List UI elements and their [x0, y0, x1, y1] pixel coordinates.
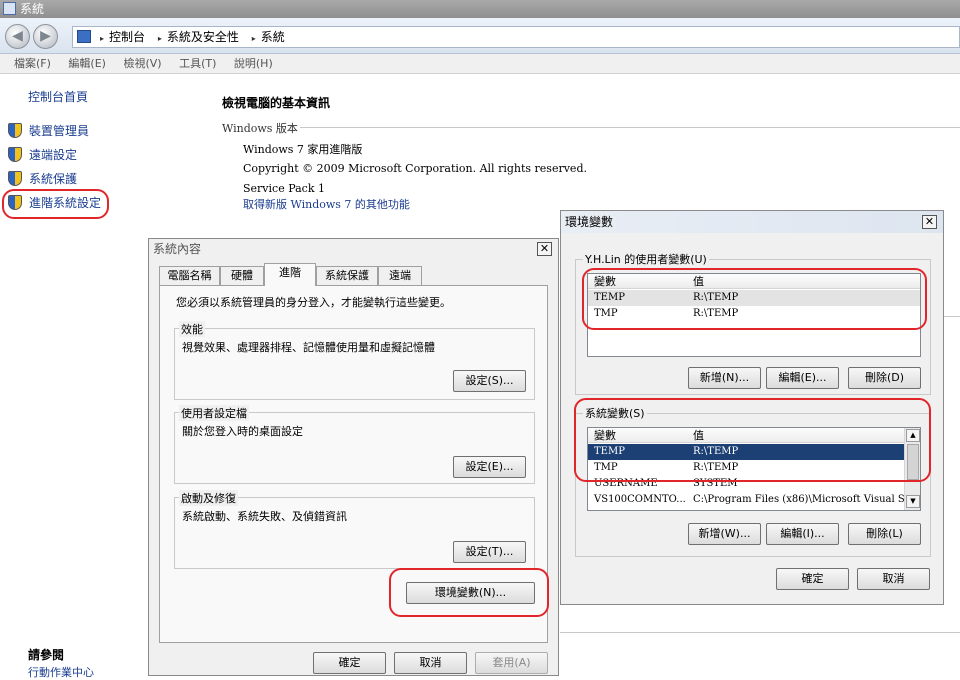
- tab-computer-name[interactable]: 電腦名稱: [159, 266, 220, 285]
- address-bar[interactable]: ▸ 控制台 ▸ 系統及安全性 ▸ 系統: [72, 26, 960, 48]
- highlight-annotation: [2, 189, 109, 219]
- group-description: 系統啟動、系統失敗、及偵錯資訊: [182, 510, 347, 523]
- menu-view[interactable]: 檢視(V): [123, 54, 161, 73]
- forward-button[interactable]: ▶: [33, 24, 58, 49]
- windows-edition-section-label: Windows 版本: [222, 122, 298, 135]
- user-profiles-settings-button[interactable]: 設定(E)...: [453, 456, 526, 478]
- highlight-annotation: [582, 268, 927, 330]
- breadcrumb-control-panel[interactable]: 控制台: [109, 30, 145, 44]
- menu-bar: 檔案(F) 編輯(E) 檢視(V) 工具(T) 說明(H): [0, 54, 960, 74]
- system-new-button[interactable]: 新增(W)...: [688, 523, 761, 545]
- action-center-link[interactable]: 行動作業中心: [28, 664, 94, 680]
- cancel-button[interactable]: 取消: [857, 568, 930, 590]
- sidebar-item-remote-settings[interactable]: 遠端設定: [8, 146, 77, 164]
- cancel-button[interactable]: 取消: [394, 652, 467, 674]
- startup-settings-button[interactable]: 設定(T)...: [453, 541, 526, 563]
- user-edit-button[interactable]: 編輯(E)...: [766, 367, 839, 389]
- more-features-link[interactable]: 取得新版 Windows 7 的其他功能: [243, 196, 410, 212]
- sidebar-item-label: 系統保護: [29, 172, 78, 186]
- sidebar-item-label: 遠端設定: [29, 148, 78, 162]
- apply-button[interactable]: 套用(A): [475, 652, 548, 674]
- group-label: 啟動及修復: [179, 490, 238, 506]
- ok-button[interactable]: 確定: [776, 568, 849, 590]
- menu-help[interactable]: 說明(H): [234, 54, 273, 73]
- ok-button[interactable]: 確定: [313, 652, 386, 674]
- group-label: 使用者設定檔: [179, 405, 249, 421]
- admin-note: 您必須以系統管理員的身分登入，才能變執行這些變更。: [176, 296, 451, 309]
- section-divider: [300, 127, 960, 128]
- list-item[interactable]: VS100COMNTO... C:\Program Files (x86)\Mi…: [588, 492, 920, 508]
- menu-file[interactable]: 檔案(F): [14, 54, 51, 73]
- scroll-down-icon[interactable]: ▼: [906, 495, 920, 508]
- performance-settings-button[interactable]: 設定(S)...: [453, 370, 526, 392]
- window-title: 系統: [20, 2, 45, 16]
- menu-edit[interactable]: 編輯(E): [68, 54, 106, 73]
- group-label: 效能: [179, 321, 205, 337]
- uac-shield-icon: [8, 123, 22, 138]
- close-icon[interactable]: ✕: [537, 242, 552, 256]
- group-description: 視覺效果、處理器排程、記憶體使用量和虛擬記憶體: [182, 341, 435, 354]
- tab-advanced[interactable]: 進階: [264, 263, 316, 286]
- control-panel-icon: [77, 30, 91, 43]
- back-button[interactable]: ◀: [5, 24, 30, 49]
- system-delete-button[interactable]: 刪除(L): [848, 523, 921, 545]
- breadcrumb-system[interactable]: 系統: [261, 30, 285, 44]
- system-edit-button[interactable]: 編輯(I)...: [766, 523, 839, 545]
- tab-hardware[interactable]: 硬體: [220, 266, 264, 285]
- group-label: Y.H.Lin 的使用者變數(U): [583, 251, 709, 267]
- tab-system-protection[interactable]: 系統保護: [316, 266, 378, 285]
- tab-remote[interactable]: 遠端: [378, 266, 422, 285]
- dialog-title: 系統內容: [153, 242, 202, 256]
- uac-shield-icon: [8, 171, 22, 186]
- close-icon[interactable]: ✕: [922, 215, 937, 229]
- uac-shield-icon: [8, 147, 22, 162]
- chevron-right-icon: ▸: [251, 34, 256, 43]
- system-icon: [3, 2, 16, 15]
- breadcrumb-system-security[interactable]: 系統及安全性: [167, 30, 239, 44]
- page-title: 檢視電腦的基本資訊: [222, 96, 331, 110]
- section-divider: [560, 632, 960, 633]
- sidebar-item-label: 裝置管理員: [29, 124, 90, 138]
- sidebar-home-link[interactable]: 控制台首頁: [28, 88, 88, 105]
- sidebar-item-device-manager[interactable]: 裝置管理員: [8, 122, 89, 140]
- highlight-annotation: [389, 568, 549, 617]
- dialog-title: 環境變數: [561, 211, 943, 233]
- menu-tools[interactable]: 工具(T): [179, 54, 216, 73]
- user-delete-button[interactable]: 刪除(D): [848, 367, 921, 389]
- address-bar-area: ◀ ▶ ▸ 控制台 ▸ 系統及安全性 ▸ 系統: [0, 18, 960, 54]
- windows-edition: Windows 7 家用進階版: [243, 143, 363, 156]
- service-pack: Service Pack 1: [243, 182, 325, 195]
- variable-value: C:\Program Files (x86)\Microsoft Visual …: [693, 494, 914, 505]
- variable-name: VS100COMNTO...: [594, 494, 686, 505]
- chevron-right-icon: ▸: [157, 34, 162, 43]
- see-also-heading: 請參閱: [28, 648, 65, 662]
- highlight-annotation: [574, 398, 931, 482]
- sidebar-item-system-protection[interactable]: 系統保護: [8, 170, 77, 188]
- copyright-text: Copyright © 2009 Microsoft Corporation. …: [243, 162, 587, 175]
- window-title-bar[interactable]: 系統: [0, 0, 960, 18]
- chevron-right-icon: ▸: [100, 34, 105, 43]
- group-description: 關於您登入時的桌面設定: [182, 425, 303, 438]
- user-new-button[interactable]: 新增(N)...: [688, 367, 761, 389]
